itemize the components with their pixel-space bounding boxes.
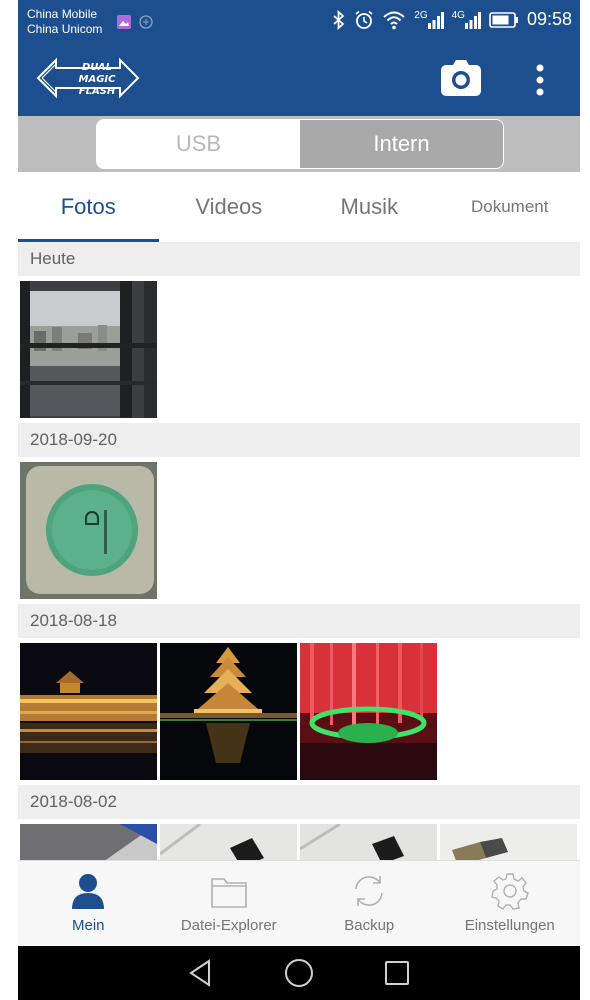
date-header: 2018-08-18 <box>18 604 580 638</box>
network-2g-label: 2G <box>414 9 428 21</box>
sync-icon <box>355 876 384 906</box>
photo-night-tower <box>160 643 297 780</box>
storage-toggle: USB Intern <box>96 119 504 169</box>
app-screen: China Mobile China Unicom 2G 4G 09:58 DU… <box>18 0 580 1000</box>
home-icon[interactable] <box>283 957 315 989</box>
tab-videos[interactable]: Videos <box>159 172 300 242</box>
nav-label: Datei-Explorer <box>180 917 277 934</box>
photo-row <box>18 276 580 423</box>
gallery-notification-icon <box>117 15 131 29</box>
folder-icon <box>210 878 247 908</box>
photo-usb-tin <box>20 462 157 599</box>
clock: 09:58 <box>526 9 572 29</box>
carrier-2: China Unicom <box>27 22 103 36</box>
nav-datei-explorer[interactable]: Datei-Explorer <box>159 861 300 947</box>
tab-musik[interactable]: Musik <box>299 172 440 242</box>
storage-toggle-bar: USB Intern <box>18 116 580 172</box>
photo-row <box>18 638 580 785</box>
photo-thumbnail[interactable] <box>20 281 157 418</box>
signal-4g: 4G <box>451 9 481 29</box>
camera-icon[interactable] <box>439 58 483 98</box>
photo-usb-drive <box>160 824 297 860</box>
tab-dokument[interactable]: Dokument <box>440 172 581 242</box>
photo-row <box>18 457 580 604</box>
photo-thumbnail[interactable] <box>160 643 297 780</box>
carrier-1: China Mobile <box>27 7 98 21</box>
photo-desk <box>20 824 157 860</box>
more-vert-icon[interactable] <box>532 62 548 98</box>
photo-thumbnail[interactable] <box>300 643 437 780</box>
photo-usb-drive <box>300 824 437 860</box>
recent-apps-icon[interactable] <box>383 959 411 987</box>
usb-notification-icon <box>139 15 153 29</box>
media-tabs: Fotos Videos Musik Dokument <box>18 172 580 242</box>
nav-mein[interactable]: Mein <box>18 861 159 947</box>
photo-thumbnail[interactable] <box>300 824 437 860</box>
signal-2g: 2G <box>414 9 444 29</box>
photo-window-view <box>20 281 157 418</box>
gear-icon <box>490 873 529 910</box>
logo-line-1: DUAL <box>81 62 113 73</box>
nav-einstellungen[interactable]: Einstellungen <box>440 861 581 947</box>
nav-label: Backup <box>344 917 395 934</box>
wifi-icon <box>383 11 405 29</box>
nav-label: Mein <box>71 917 105 934</box>
logo-text: DUAL MAGIC FLASH <box>62 62 132 98</box>
status-bar: China Mobile China Unicom 2G 4G 09:58 <box>18 0 580 46</box>
status-right: 2G 4G 09:58 <box>332 9 572 30</box>
date-header: 2018-09-20 <box>18 423 580 457</box>
signal-bars-icon <box>464 11 481 29</box>
toggle-intern[interactable]: Intern <box>300 120 503 168</box>
nav-label: Einstellungen <box>464 917 555 934</box>
system-navigation-bar <box>18 946 580 1000</box>
photo-thumbnail[interactable] <box>20 462 157 599</box>
back-icon[interactable] <box>187 958 215 988</box>
alarm-icon <box>355 10 373 29</box>
photo-light-tunnel <box>300 643 437 780</box>
toggle-usb[interactable]: USB <box>97 120 300 168</box>
photo-thumbnail[interactable] <box>440 824 577 860</box>
app-bar: DUAL MAGIC FLASH <box>18 46 580 116</box>
photo-gallery: Heute 2018-09-20 2018-08-18 2018-08-02 <box>18 242 580 860</box>
signal-bars-icon <box>427 11 444 29</box>
notification-icons <box>116 14 154 30</box>
bluetooth-icon <box>333 9 345 30</box>
photo-thumbnail[interactable] <box>20 824 157 860</box>
nav-backup[interactable]: Backup <box>299 861 440 947</box>
network-4g-label: 4G <box>451 9 465 21</box>
logo-line-2: MAGIC FLASH <box>78 74 116 97</box>
person-icon <box>72 874 105 909</box>
photo-row <box>18 819 580 860</box>
photo-thumbnail[interactable] <box>160 824 297 860</box>
date-header: Heute <box>18 242 580 276</box>
photo-usb-drive <box>440 824 577 860</box>
tab-fotos[interactable]: Fotos <box>18 172 159 242</box>
photo-thumbnail[interactable] <box>20 643 157 780</box>
photo-night-bridge <box>20 643 157 780</box>
carrier-info: China Mobile China Unicom <box>27 7 102 37</box>
bottom-navigation: Mein Datei-Explorer Backup Einstellungen <box>18 860 580 947</box>
date-header: 2018-08-02 <box>18 785 580 819</box>
battery-icon <box>489 11 518 28</box>
